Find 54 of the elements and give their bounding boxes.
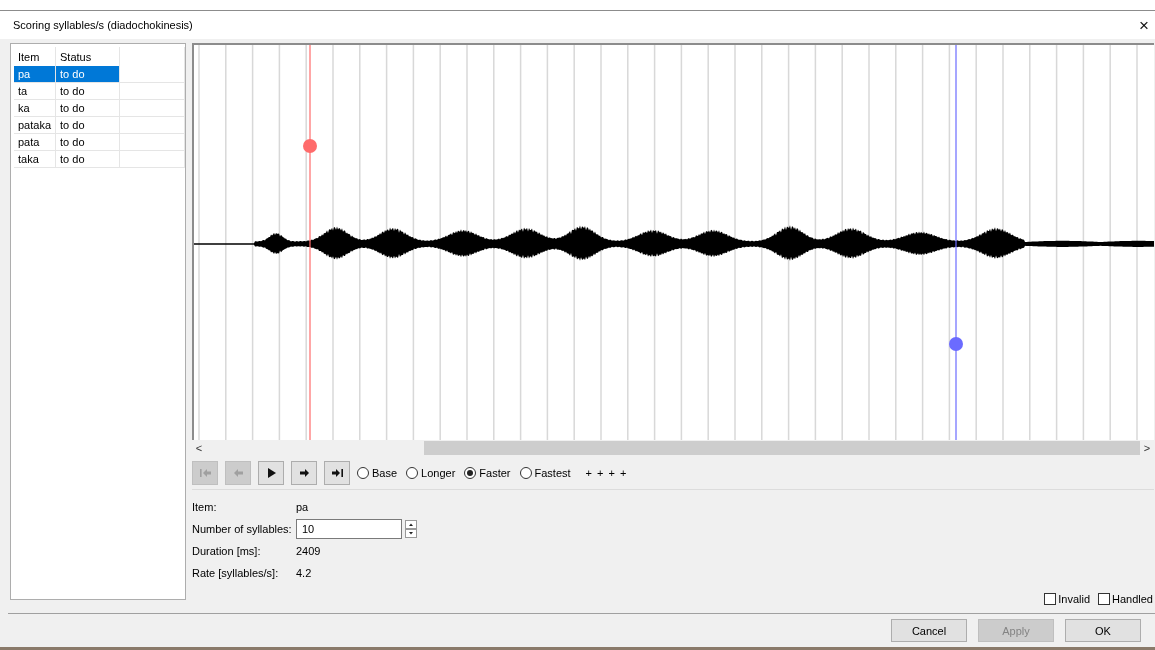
syllable-count-field[interactable]: 10: [296, 519, 402, 539]
checkbox-box[interactable]: [1098, 593, 1110, 605]
radio-circle[interactable]: [357, 466, 369, 479]
table-cell[interactable]: ka: [14, 99, 56, 117]
table-cell[interactable]: to do: [55, 116, 120, 134]
speed-radio[interactable]: Faster: [464, 466, 511, 479]
table-cell[interactable]: to do: [55, 66, 120, 83]
window-title: Scoring syllables/s (diadochokinesis): [13, 19, 193, 31]
table-cell[interactable]: to do: [55, 82, 120, 100]
table-cell[interactable]: to do: [55, 150, 120, 168]
radio-circle[interactable]: [464, 466, 477, 479]
speed-radio[interactable]: Longer: [406, 466, 456, 479]
field-label: Rate [syllables/s]:: [192, 567, 280, 579]
marker-line[interactable]: [309, 45, 311, 440]
field-label: Item:: [192, 501, 218, 513]
transport-button[interactable]: [291, 460, 317, 485]
speed-radio[interactable]: Base: [357, 466, 398, 479]
table-cell[interactable]: ta: [14, 82, 56, 100]
field-label: Duration [ms]:: [192, 545, 262, 557]
marker-handle[interactable]: [303, 139, 317, 153]
table-cell[interactable]: pa: [14, 66, 56, 83]
scroll-right-arrow[interactable]: >: [1140, 442, 1154, 454]
transport-button[interactable]: [324, 460, 350, 485]
checkbox-label[interactable]: Invalid: [1058, 593, 1090, 605]
marks-text: + + + +: [585, 466, 628, 479]
checkbox-label[interactable]: Handled: [1112, 593, 1153, 605]
scrollbar-thumb[interactable]: [424, 441, 1140, 455]
checkbox[interactable]: Handled: [1098, 591, 1153, 607]
checkbox-box[interactable]: [1044, 593, 1057, 605]
checkbox[interactable]: Invalid: [1044, 591, 1090, 607]
field-value: pa: [296, 501, 309, 513]
radio-label[interactable]: Longer: [421, 466, 456, 479]
field-value: 2409: [296, 545, 321, 557]
marker-line[interactable]: [955, 45, 957, 440]
speed-radio[interactable]: Fastest: [519, 466, 571, 479]
radio-label[interactable]: Fastest: [534, 466, 571, 479]
field-label: Number of syllables:: [192, 523, 293, 535]
radio-circle[interactable]: [406, 466, 419, 479]
table-cell[interactable]: to do: [55, 99, 120, 117]
dialog-button[interactable]: OK: [1065, 619, 1141, 642]
spinner-control[interactable]: [405, 520, 417, 538]
close-button[interactable]: ×: [1135, 16, 1153, 34]
field-value: 4.2: [296, 567, 312, 579]
dialog-button[interactable]: Cancel: [891, 619, 967, 642]
scroll-left-arrow[interactable]: <: [192, 442, 206, 454]
radio-label[interactable]: Base: [372, 466, 398, 479]
table-cell[interactable]: pata: [14, 133, 56, 151]
marker-handle[interactable]: [949, 337, 963, 351]
radio-circle[interactable]: [519, 466, 532, 479]
table-cell[interactable]: pataka: [14, 116, 56, 134]
table-cell[interactable]: taka: [14, 150, 56, 168]
transport-button[interactable]: [258, 460, 284, 485]
radio-label[interactable]: Faster: [479, 466, 511, 479]
table-cell[interactable]: to do: [55, 133, 120, 151]
